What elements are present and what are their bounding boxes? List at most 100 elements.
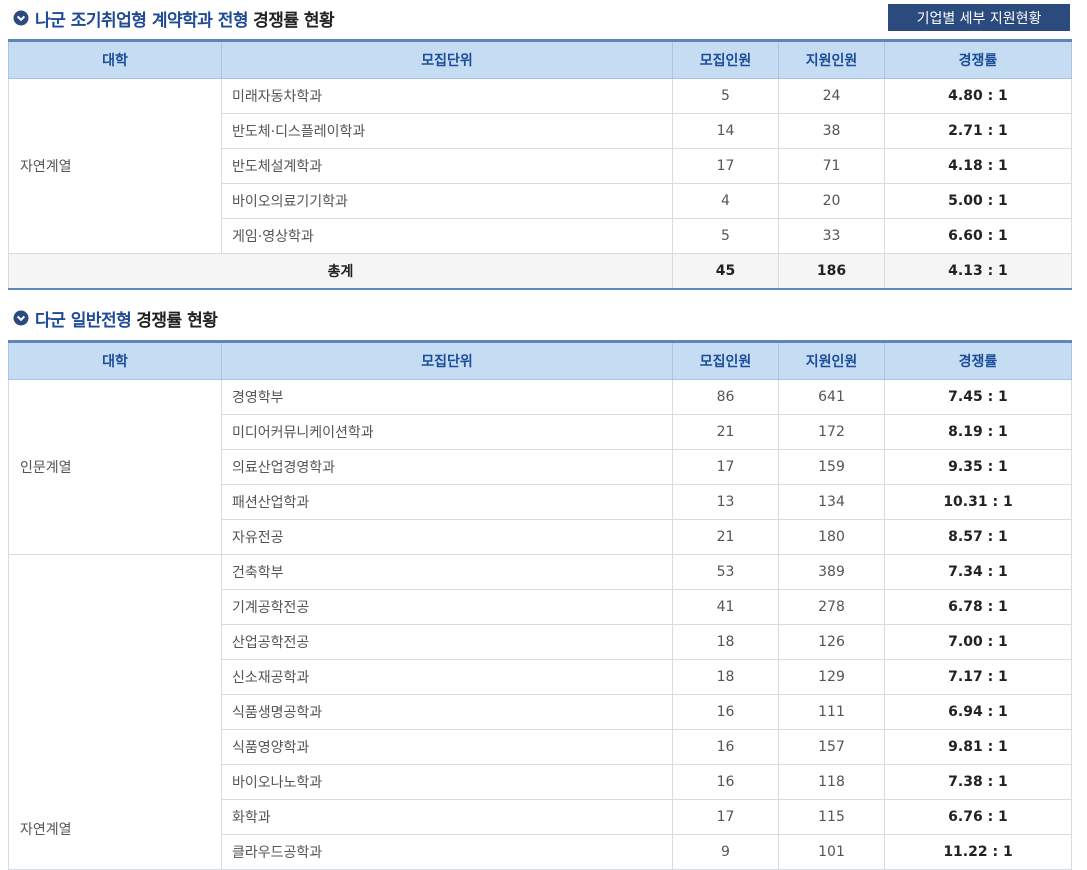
unit-cell: 게임·영상학과	[221, 218, 673, 254]
unit-cell: 신소재공학과	[221, 659, 673, 695]
ratio-cell: 6.78 : 1	[884, 589, 1072, 625]
quota-cell: 16	[672, 729, 779, 765]
section1-table: 대학 모집단위 모집인원 지원인원 경쟁률 자연계열 미래자동차학과 5 24 …	[8, 39, 1072, 290]
section1-title-highlight: 나군 조기취업형 계약학과 전형	[35, 10, 249, 31]
table-row: 인문계열 경영학부 86 641 7.45 : 1	[8, 379, 1072, 555]
header-ratio: 경쟁률	[884, 340, 1072, 380]
ratio-cell: 6.60 : 1	[884, 218, 1072, 254]
quota-cell: 16	[672, 764, 779, 800]
ratio-cell: 7.34 : 1	[884, 554, 1072, 590]
quota-cell: 13	[672, 484, 779, 520]
applicants-cell: 389	[778, 554, 885, 590]
ratio-cell: 7.17 : 1	[884, 659, 1072, 695]
total-quota: 45	[672, 253, 779, 290]
header-applicants: 지원인원	[778, 340, 885, 380]
ratio-cell: 7.38 : 1	[884, 764, 1072, 800]
header-university: 대학	[8, 39, 222, 79]
ratio-cell: 9.81 : 1	[884, 729, 1072, 765]
ratio-cell: 8.19 : 1	[884, 414, 1072, 450]
quota-cell: 18	[672, 659, 779, 695]
applicants-cell: 33	[778, 218, 885, 254]
applicants-cell: 101	[778, 834, 885, 870]
unit-cell: 미래자동차학과	[221, 78, 673, 114]
ratio-cell: 7.00 : 1	[884, 624, 1072, 660]
quota-cell: 21	[672, 414, 779, 450]
unit-cell: 기계공학전공	[221, 589, 673, 625]
unit-cell: 클라우드공학과	[221, 834, 673, 870]
ratio-cell: 8.57 : 1	[884, 519, 1072, 555]
header-quota: 모집인원	[672, 340, 779, 380]
section2-title-suffix: 경쟁률 현황	[136, 310, 218, 331]
table-header-row: 대학 모집단위 모집인원 지원인원 경쟁률	[8, 39, 1072, 79]
applicants-cell: 126	[778, 624, 885, 660]
applicants-cell: 71	[778, 148, 885, 184]
ratio-cell: 4.80 : 1	[884, 78, 1072, 114]
unit-cell: 반도체·디스플레이학과	[221, 113, 673, 149]
applicants-cell: 278	[778, 589, 885, 625]
section2-title-highlight: 다군 일반전형	[35, 310, 132, 331]
total-ratio: 4.13 : 1	[884, 253, 1072, 290]
applicants-cell: 38	[778, 113, 885, 149]
unit-cell: 바이오의료기기학과	[221, 183, 673, 219]
header-university: 대학	[8, 340, 222, 380]
applicants-cell: 129	[778, 659, 885, 695]
quota-cell: 16	[672, 694, 779, 730]
applicants-cell: 24	[778, 78, 885, 114]
unit-cell: 건축학부	[221, 554, 673, 590]
section1-title-suffix: 경쟁률 현황	[253, 10, 335, 31]
quota-cell: 86	[672, 379, 779, 415]
group-label: 자연계열	[8, 78, 222, 254]
ratio-cell: 6.94 : 1	[884, 694, 1072, 730]
ratio-cell: 5.00 : 1	[884, 183, 1072, 219]
total-applicants: 186	[778, 253, 885, 290]
group-label: 인문계열	[8, 379, 222, 555]
header-ratio: 경쟁률	[884, 39, 1072, 79]
applicants-cell: 641	[778, 379, 885, 415]
quota-cell: 9	[672, 834, 779, 870]
ratio-cell: 7.45 : 1	[884, 379, 1072, 415]
total-row: 총계 45 186 4.13 : 1	[8, 253, 1072, 290]
unit-cell: 식품영양학과	[221, 729, 673, 765]
applicants-cell: 111	[778, 694, 885, 730]
ratio-cell: 2.71 : 1	[884, 113, 1072, 149]
table-row: 자연계열 미래자동차학과 5 24 4.80 : 1	[8, 78, 1072, 254]
header-unit: 모집단위	[221, 340, 673, 380]
table-header-row: 대학 모집단위 모집인원 지원인원 경쟁률	[8, 340, 1072, 380]
section2-table: 대학 모집단위 모집인원 지원인원 경쟁률 인문계열 경영학부 86 641 7…	[8, 340, 1072, 870]
quota-cell: 17	[672, 799, 779, 835]
unit-cell: 반도체설계학과	[221, 148, 673, 184]
quota-cell: 5	[672, 78, 779, 114]
quota-cell: 18	[672, 624, 779, 660]
applicants-cell: 115	[778, 799, 885, 835]
quota-cell: 17	[672, 148, 779, 184]
unit-cell: 의료산업경영학과	[221, 449, 673, 485]
applicants-cell: 118	[778, 764, 885, 800]
table-row: 자연계열 건축학부 53 389 7.34 : 1	[8, 554, 1072, 870]
applicants-cell: 134	[778, 484, 885, 520]
unit-cell: 식품생명공학과	[221, 694, 673, 730]
section1-title: 나군 조기취업형 계약학과 전형 경쟁률 현황	[13, 6, 335, 31]
quota-cell: 5	[672, 218, 779, 254]
quota-cell: 53	[672, 554, 779, 590]
section2-title: 다군 일반전형 경쟁률 현황	[13, 306, 218, 331]
quota-cell: 14	[672, 113, 779, 149]
company-applications-button[interactable]: 기업별 세부 지원현황	[888, 4, 1070, 31]
header-unit: 모집단위	[221, 39, 673, 79]
quota-cell: 41	[672, 589, 779, 625]
ratio-cell: 10.31 : 1	[884, 484, 1072, 520]
ratio-cell: 4.18 : 1	[884, 148, 1072, 184]
applicants-cell: 180	[778, 519, 885, 555]
ratio-cell: 11.22 : 1	[884, 834, 1072, 870]
applicants-cell: 172	[778, 414, 885, 450]
applicants-cell: 20	[778, 183, 885, 219]
ratio-cell: 9.35 : 1	[884, 449, 1072, 485]
unit-cell: 산업공학전공	[221, 624, 673, 660]
ratio-cell: 6.76 : 1	[884, 799, 1072, 835]
quota-cell: 21	[672, 519, 779, 555]
header-quota: 모집인원	[672, 39, 779, 79]
unit-cell: 미디어커뮤니케이션학과	[221, 414, 673, 450]
chevron-circle-down-icon	[13, 10, 29, 26]
unit-cell: 패션산업학과	[221, 484, 673, 520]
unit-cell: 화학과	[221, 799, 673, 835]
header-applicants: 지원인원	[778, 39, 885, 79]
